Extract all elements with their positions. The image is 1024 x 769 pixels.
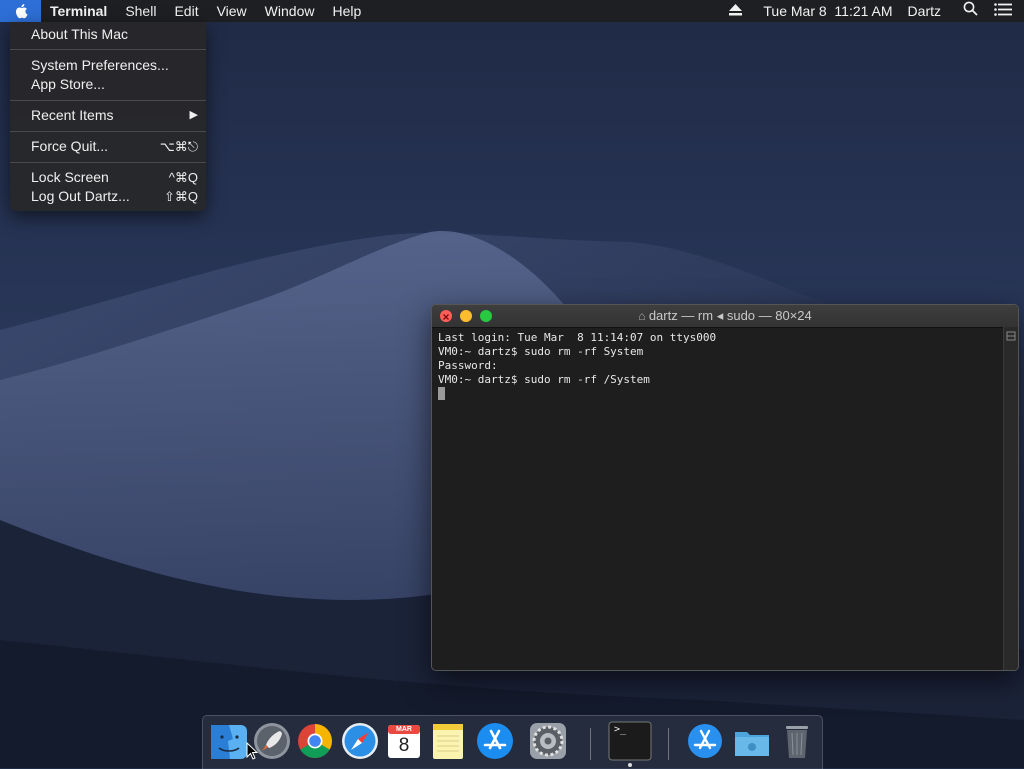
dock-notes[interactable] <box>428 721 468 761</box>
dock-trash[interactable] <box>777 721 817 761</box>
scroll-split-icon <box>1006 331 1016 341</box>
menu-view[interactable]: View <box>208 0 256 22</box>
chrome-icon <box>298 724 332 758</box>
app-store-icon <box>477 723 513 759</box>
dock-app-store[interactable] <box>475 721 515 761</box>
menu-user[interactable]: Dartz <box>902 0 953 22</box>
dock-separator <box>590 728 591 760</box>
dock-separator <box>668 728 669 760</box>
submenu-arrow-icon: ▶ <box>189 109 198 121</box>
apple-menu-dropdown: About This Mac System Preferences... App… <box>10 22 206 211</box>
menu-separator <box>10 49 206 50</box>
running-indicator <box>628 763 632 767</box>
mouse-pointer-icon <box>246 742 258 760</box>
dock-launchpad[interactable] <box>252 721 292 761</box>
terminal-cursor-line <box>438 387 998 401</box>
folder-icon <box>735 732 769 756</box>
menu-item-log-out[interactable]: Log Out Dartz... ⇧⌘Q <box>10 187 206 206</box>
menu-item-recent-items[interactable]: Recent Items ▶ <box>10 106 206 125</box>
terminal-title-text: dartz — rm ◂ sudo — 80×24 <box>648 308 812 323</box>
menu-item-shortcut: ^⌘Q <box>168 170 198 185</box>
menu-item-about-this-mac[interactable]: About This Mac <box>10 25 206 44</box>
notes-icon <box>433 724 463 759</box>
menu-separator <box>10 100 206 101</box>
dock-system-preferences[interactable] <box>528 721 568 761</box>
app-store-stack-icon <box>688 724 722 758</box>
spotlight-search-icon[interactable] <box>953 0 988 22</box>
menu-item-force-quit[interactable]: Force Quit... ⌥⌘⎋ <box>10 137 206 156</box>
terminal-line: Password: <box>438 359 498 372</box>
menu-item-label: Force Quit... <box>31 138 109 154</box>
menu-item-label: Log Out Dartz... <box>31 188 130 204</box>
dock-terminal[interactable]: >_ <box>608 721 652 761</box>
eject-icon[interactable] <box>717 0 754 22</box>
terminal-prompt-glyph: >_ <box>614 724 627 735</box>
menu-item-shortcut: ⇧⌘Q <box>163 189 198 204</box>
menu-bar: Terminal Shell Edit View Window Help Tue… <box>0 0 1024 22</box>
apple-icon <box>15 4 28 19</box>
launchpad-rocket-icon <box>254 723 290 759</box>
calendar-day: 8 <box>398 735 410 756</box>
text-cursor <box>438 387 445 400</box>
menu-item-label: Recent Items <box>31 107 114 123</box>
dock-folder[interactable] <box>732 721 772 761</box>
terminal-title: ⌂ dartz — rm ◂ sudo — 80×24 <box>432 305 1018 327</box>
terminal-line: Last login: Tue Mar 8 11:14:07 on ttys00… <box>438 331 717 344</box>
dock-calendar[interactable]: MAR 8 <box>384 721 424 761</box>
dock-finder[interactable] <box>209 721 249 761</box>
menu-item-label: About This Mac <box>31 26 129 42</box>
dock-safari[interactable] <box>340 721 380 761</box>
notification-center-icon[interactable] <box>988 0 1024 22</box>
terminal-window[interactable]: ⌂ dartz — rm ◂ sudo — 80×24 Last login: … <box>431 304 1019 671</box>
safari-compass-icon <box>342 723 378 759</box>
menu-shell[interactable]: Shell <box>116 0 165 22</box>
dock: MAR 8 >_ <box>202 715 823 769</box>
terminal-line: VM0:~ dartz$ sudo rm -rf System <box>438 345 644 358</box>
menu-help[interactable]: Help <box>323 0 370 22</box>
terminal-scrollbar[interactable] <box>1003 327 1018 670</box>
dock-chrome[interactable] <box>295 721 335 761</box>
menu-bar-extras: Tue Mar 8 11:21 AM Dartz <box>717 0 1024 22</box>
menu-item-system-preferences[interactable]: System Preferences... <box>10 56 206 75</box>
terminal-titlebar[interactable]: ⌂ dartz — rm ◂ sudo — 80×24 <box>432 305 1018 328</box>
menu-item-lock-screen[interactable]: Lock Screen ^⌘Q <box>10 168 206 187</box>
finder-icon <box>211 725 247 759</box>
terminal-line: VM0:~ dartz$ sudo rm -rf /System <box>438 373 650 386</box>
menu-item-label: App Store... <box>31 76 105 92</box>
menu-item-shortcut: ⌥⌘⎋ <box>159 139 198 154</box>
home-icon: ⌂ <box>638 309 649 323</box>
menu-clock[interactable]: Tue Mar 8 11:21 AM <box>754 0 901 22</box>
menu-separator <box>10 131 206 132</box>
menu-window[interactable]: Window <box>256 0 324 22</box>
gear-icon <box>530 723 566 759</box>
menu-app-name[interactable]: Terminal <box>41 0 116 22</box>
calendar-month: MAR <box>396 726 412 733</box>
menu-item-label: System Preferences... <box>31 57 169 73</box>
menu-item-app-store[interactable]: App Store... <box>10 75 206 94</box>
terminal-output[interactable]: Last login: Tue Mar 8 11:14:07 on ttys00… <box>438 331 998 661</box>
trash-icon <box>786 726 808 758</box>
menu-edit[interactable]: Edit <box>165 0 207 22</box>
menu-item-label: Lock Screen <box>31 169 109 185</box>
dock-downloads-stack[interactable] <box>685 721 725 761</box>
apple-menu-button[interactable] <box>0 0 41 22</box>
menu-separator <box>10 162 206 163</box>
